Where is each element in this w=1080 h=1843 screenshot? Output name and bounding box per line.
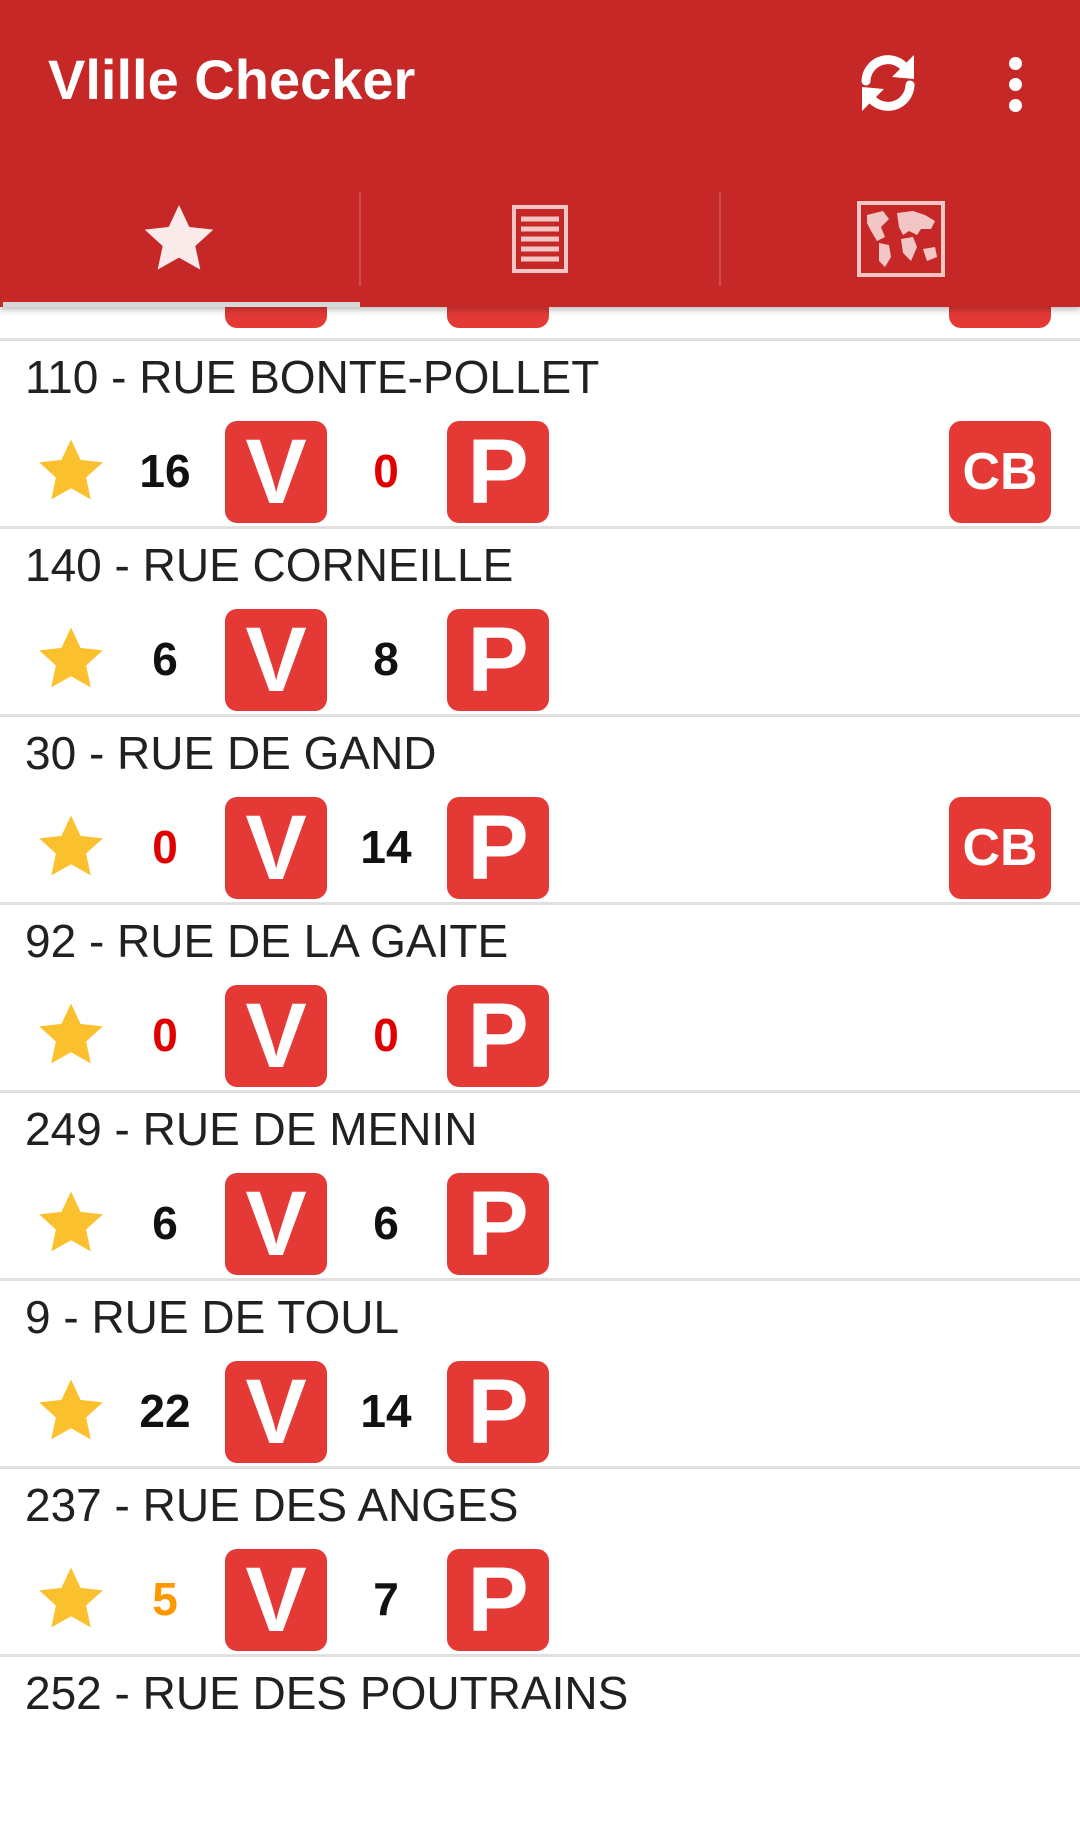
tab-bar — [0, 170, 1080, 307]
bikes-count: 0 — [152, 1009, 178, 1061]
bikes-badge: V — [225, 797, 327, 899]
favorite-star-icon[interactable] — [32, 1562, 110, 1636]
stands-badge: P — [447, 1361, 549, 1463]
stands-count: 6 — [373, 1197, 399, 1249]
station-name: 92 - RUE DE LA GAITE — [25, 915, 509, 967]
station-row[interactable]: 249 - RUE DE MENIN 6 V 6 P — [0, 1093, 1080, 1281]
list-icon — [512, 204, 568, 273]
station-row[interactable]: 9 - RUE DE TOUL 22 V 14 P — [0, 1281, 1080, 1469]
bikes-badge: V — [225, 985, 327, 1087]
tab-list[interactable] — [361, 170, 720, 307]
favorite-star-icon[interactable] — [32, 622, 110, 696]
station-name: 9 - RUE DE TOUL — [25, 1291, 400, 1343]
stands-badge: P — [447, 421, 549, 523]
refresh-button[interactable] — [845, 40, 931, 126]
tab-map[interactable] — [721, 170, 1080, 307]
station-row[interactable]: 30 - RUE DE GAND 0 V 14 P CB — [0, 717, 1080, 905]
bikes-count: 22 — [139, 1385, 191, 1437]
stands-count: 14 — [360, 1385, 412, 1437]
overflow-menu-button[interactable] — [975, 44, 1055, 124]
station-row[interactable]: 140 - RUE CORNEILLE 6 V 8 P — [0, 529, 1080, 717]
bikes-count: 6 — [152, 633, 178, 685]
favorite-star-icon[interactable] — [32, 810, 110, 884]
favorite-star-icon[interactable] — [32, 998, 110, 1072]
station-name: 237 - RUE DES ANGES — [25, 1479, 519, 1531]
favorite-star-icon[interactable] — [32, 1186, 110, 1260]
stands-count: 0 — [373, 445, 399, 497]
stands-badge: P — [447, 609, 549, 711]
bikes-badge: V — [225, 421, 327, 523]
station-name: 110 - RUE BONTE-POLLET — [25, 351, 600, 403]
station-name: 30 - RUE DE GAND — [25, 727, 437, 779]
refresh-icon — [861, 55, 915, 111]
map-icon — [856, 200, 945, 277]
bikes-badge: V — [225, 1361, 327, 1463]
station-row[interactable]: 252 - RUE DES POUTRAINS — [0, 1657, 1080, 1843]
bikes-count: 6 — [152, 1197, 178, 1249]
tab-favorites[interactable] — [0, 170, 360, 307]
station-row[interactable]: 237 - RUE DES ANGES 5 V 7 P — [0, 1469, 1080, 1657]
stands-count: 7 — [373, 1573, 399, 1625]
bikes-badge: V — [225, 1549, 327, 1651]
station-row[interactable]: 110 - RUE BONTE-POLLET 16 V 0 P CB — [0, 341, 1080, 529]
favorite-star-icon[interactable] — [32, 434, 110, 508]
station-row[interactable]: 92 - RUE DE LA GAITE 0 V 0 P — [0, 905, 1080, 1093]
overflow-menu-icon — [1008, 56, 1022, 112]
app-bar: Vlille Checker — [0, 0, 1080, 307]
bikes-badge: V — [225, 1173, 327, 1275]
stands-badge: P — [447, 1549, 549, 1651]
tab-selected-indicator — [3, 302, 360, 307]
stands-count: 8 — [373, 633, 399, 685]
stands-count: 0 — [373, 1009, 399, 1061]
stands-badge: P — [447, 985, 549, 1087]
app-title: Vlille Checker — [48, 48, 416, 111]
bikes-count: 16 — [139, 445, 191, 497]
card-badge: CB — [949, 421, 1051, 523]
bikes-count: 5 — [152, 1573, 178, 1625]
station-name: 140 - RUE CORNEILLE — [25, 539, 514, 591]
bikes-badge: V — [225, 609, 327, 711]
card-badge: CB — [949, 797, 1051, 899]
stands-badge: P — [447, 1173, 549, 1275]
station-name: 252 - RUE DES POUTRAINS — [25, 1667, 629, 1719]
stands-count: 14 — [360, 821, 412, 873]
bikes-count: 0 — [152, 821, 178, 873]
favorite-star-icon[interactable] — [32, 1374, 110, 1448]
station-name: 249 - RUE DE MENIN — [25, 1103, 478, 1155]
stands-badge: P — [447, 797, 549, 899]
star-icon — [144, 204, 214, 270]
